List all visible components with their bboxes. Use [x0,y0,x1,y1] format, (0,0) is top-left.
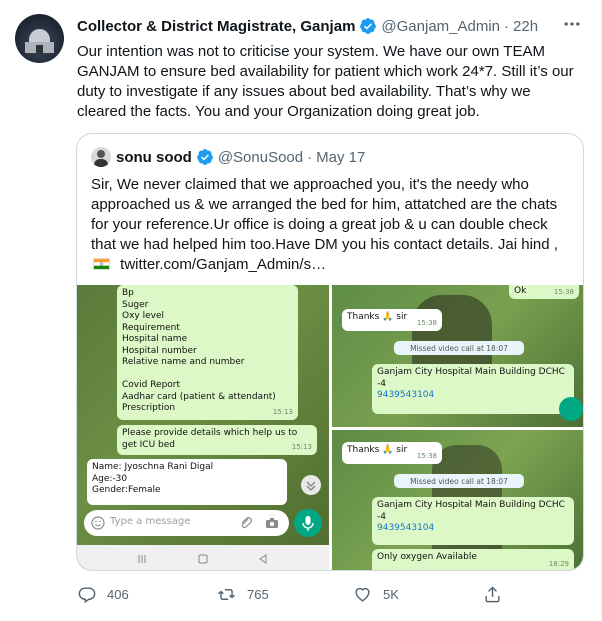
chat-screenshot-1[interactable]: Bp Suger Oxy level Requirement Hospital name… [77,285,329,570]
missed-call-notice: Missed video call at 18:07 [394,474,524,488]
separator-dot: · [307,148,313,166]
share-icon [485,585,500,602]
hospital-bubble: Ganjam City Hospital Main Building DCHC … [372,364,574,414]
emoji-icon [91,516,105,530]
checklist-item: Covid Report [122,380,181,390]
tweet-actions: 406 765 5K [77,580,517,608]
checklist-item: Bp [122,288,134,298]
tweet-header: Collector & District Magistrate, Ganjam … [77,14,538,38]
hospital-line: -4 [377,511,386,522]
retweet-count: 765 [247,586,269,602]
checklist-item: Requirement [122,322,180,333]
checklist-item [122,369,293,381]
checklist-item: Hospital number [122,345,197,356]
checklist-item: Relative name and number [122,357,245,367]
ok-bubble: Ok 15:38 [509,285,579,299]
thanks-text: Thanks 🙏 sir [347,312,408,322]
recents-icon [138,555,146,563]
home-icon [198,554,208,564]
message-time: 15:13 [291,442,312,451]
reply-line: Name: Jyoschna Rani Digal [92,462,214,472]
chat-screenshot-2[interactable]: Ok 15:38 Thanks 🙏 sir 15:38 Missed video… [332,285,583,427]
mic-icon [294,509,322,537]
checklist-item: Prescription [122,403,176,413]
attach-icon [241,517,252,529]
separator-dot: · [504,17,510,35]
reply-line: Age:-30 [92,473,128,484]
chat-screenshot-3[interactable]: Thanks 🙏 sir 15:38 Missed video call at … [332,430,583,570]
phone-link: 9439543104 [377,523,435,533]
oxygen-bubble: Only oxygen Available 18:29 [372,549,574,570]
message-placeholder: Type a message [110,516,191,527]
share-button[interactable] [483,580,513,608]
reply-button[interactable]: 406 [77,580,129,608]
message-time: 18:29 [548,559,569,568]
message-time: 15:38 [416,318,437,327]
retweet-icon [218,588,235,600]
quoted-link[interactable]: twitter.com/Ganjam_Admin/s… [120,256,326,273]
quoted-text-main: Sir, We never claimed that we approached… [91,176,558,253]
tweet-article[interactable]: Collector & District Magistrate, Ganjam … [0,0,602,621]
phone-link: 9439543104 [377,390,435,400]
reply-bubble: Name: Jyoschna Rani Digal Age:-30 Gender… [87,459,287,505]
reply-line: Gender:Female [92,485,161,495]
like-count: 5K [383,586,399,602]
author-avatar[interactable] [15,14,64,63]
ok-text: Ok [514,286,527,296]
checklist-lines: Bp Suger Oxy level Requirement Hospital name… [122,288,293,415]
verified-badge-icon [196,149,213,165]
message-time: 15:38 [416,451,437,460]
verified-badge-icon [360,18,377,34]
oxygen-text: Only oxygen Available [377,552,477,562]
request-text: Please provide details which help us to … [122,428,298,450]
quoted-tweet-text: Sir, We never claimed that we approached… [91,175,573,275]
more-options-icon[interactable] [562,14,582,34]
checklist-bubble: Bp Suger Oxy level Requirement Hospital name… [117,285,298,420]
back-icon [259,554,267,564]
quoted-tweet[interactable]: sonu sood @SonuSood · May 17 Sir, We nev… [76,133,584,571]
checklist-item: Oxy level [122,311,164,321]
scroll-down-icon [301,475,321,495]
message-input: Type a message [84,510,289,536]
hospital-line: Ganjam City Hospital Main Building DCHC [377,500,565,510]
mic-icon [559,397,583,421]
missed-call-text: Missed video call at 18:07 [410,344,508,353]
retweet-button[interactable]: 765 [217,580,269,608]
hospital-line: Ganjam City Hospital Main Building DCHC [377,367,565,377]
checklist-item: Hospital name [122,334,188,344]
hospital-line: -4 [377,378,386,389]
tweet-text: Our intention was not to criticise your … [77,43,574,120]
reply-count: 406 [107,586,129,602]
heart-icon [355,587,370,602]
thanks-text: Thanks 🙏 sir [347,445,408,455]
tweet-timestamp[interactable]: 22h [513,18,538,35]
thanks-bubble: Thanks 🙏 sir 15:38 [342,442,442,464]
media-grid: Bp Suger Oxy level Requirement Hospital name… [77,285,583,570]
missed-call-notice: Missed video call at 18:07 [394,341,524,355]
quoted-tweet-date: May 17 [316,148,366,166]
quoted-author-name: sonu sood [116,148,192,166]
like-button[interactable]: 5K [353,580,399,608]
reply-icon [78,586,96,603]
quoted-author-handle: @SonuSood [217,148,304,166]
india-flag-icon [93,258,110,270]
message-time: 15:13 [272,407,293,416]
checklist-item: Aadhar card (patient & attendant) [122,391,276,402]
quoted-author-avatar [91,147,111,167]
thanks-bubble: Thanks 🙏 sir 15:38 [342,309,442,331]
quoted-tweet-header: sonu sood @SonuSood · May 17 [91,147,365,167]
author-name[interactable]: Collector & District Magistrate, Ganjam [77,18,355,35]
checklist-item: Suger [122,299,149,310]
camera-icon [266,518,278,528]
message-time: 15:38 [553,287,574,296]
missed-call-text: Missed video call at 18:07 [410,477,508,486]
android-navbar [77,545,329,570]
hospital-bubble: Ganjam City Hospital Main Building DCHC … [372,497,574,545]
request-bubble: Please provide details which help us to … [117,425,317,455]
author-handle[interactable]: @Ganjam_Admin [381,18,500,35]
